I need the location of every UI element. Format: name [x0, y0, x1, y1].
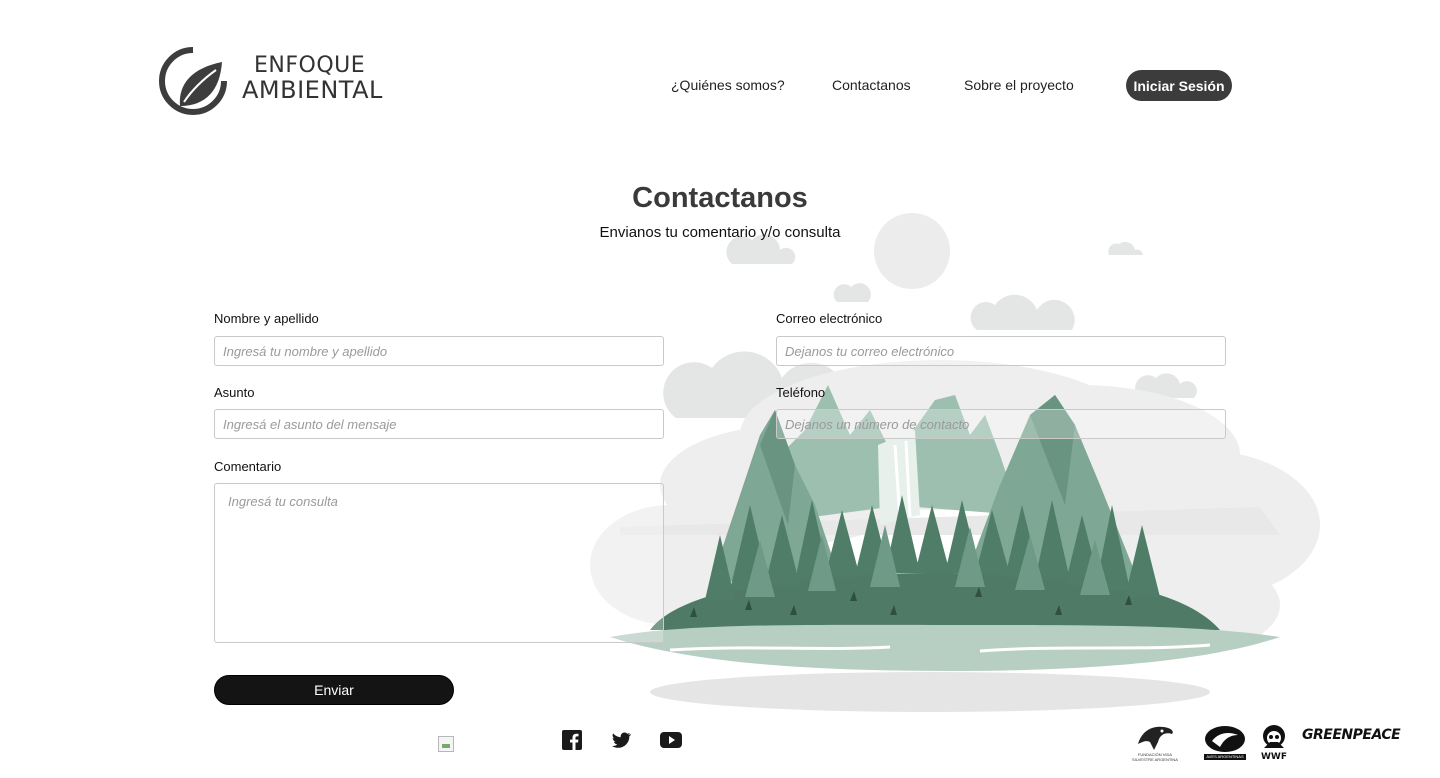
fundacion-vida-silvestre-logo: FUNDACIÓN VIDA SILVESTRE ARGENTINA	[1132, 722, 1178, 768]
nav-quienes-somos[interactable]: ¿Quiénes somos?	[671, 77, 785, 93]
facebook-icon[interactable]	[561, 729, 583, 751]
youtube-icon[interactable]	[659, 731, 683, 749]
submit-button[interactable]: Enviar	[214, 675, 454, 705]
twitter-icon[interactable]	[610, 729, 632, 751]
page-subtitle: Envianos tu comentario y/o consulta	[599, 224, 841, 241]
aves-argentinas-logo: AVES ARGENTINAS	[1204, 725, 1246, 761]
phone-input[interactable]	[776, 409, 1226, 439]
panda-icon	[1263, 725, 1285, 748]
page-title: Contactanos	[632, 182, 808, 214]
name-label: Nombre y apellido	[214, 311, 319, 326]
email-label: Correo electrónico	[776, 311, 883, 326]
subject-input[interactable]	[214, 409, 664, 439]
wwf-logo: WWF	[1260, 724, 1288, 764]
nav-sobre-el-proyecto[interactable]: Sobre el proyecto	[964, 77, 1074, 93]
greenpeace-logo: GREENPEACE	[1302, 727, 1401, 743]
main-nav: ¿Quiénes somos? Contactanos Sobre el pro…	[0, 70, 1440, 101]
login-button[interactable]: Iniciar Sesión	[1126, 70, 1232, 101]
name-input[interactable]	[214, 336, 664, 366]
subject-label: Asunto	[214, 385, 255, 400]
comment-label: Comentario	[214, 459, 282, 474]
broken-image-icon	[438, 736, 454, 752]
email-input[interactable]	[776, 336, 1226, 366]
nav-contactanos[interactable]: Contactanos	[832, 77, 911, 93]
phone-label: Teléfono	[776, 385, 826, 400]
landscape-illustration	[590, 213, 1320, 712]
panda-bird-icon	[1138, 726, 1173, 750]
comment-textarea[interactable]	[214, 483, 664, 643]
bird-icon	[1205, 726, 1245, 752]
